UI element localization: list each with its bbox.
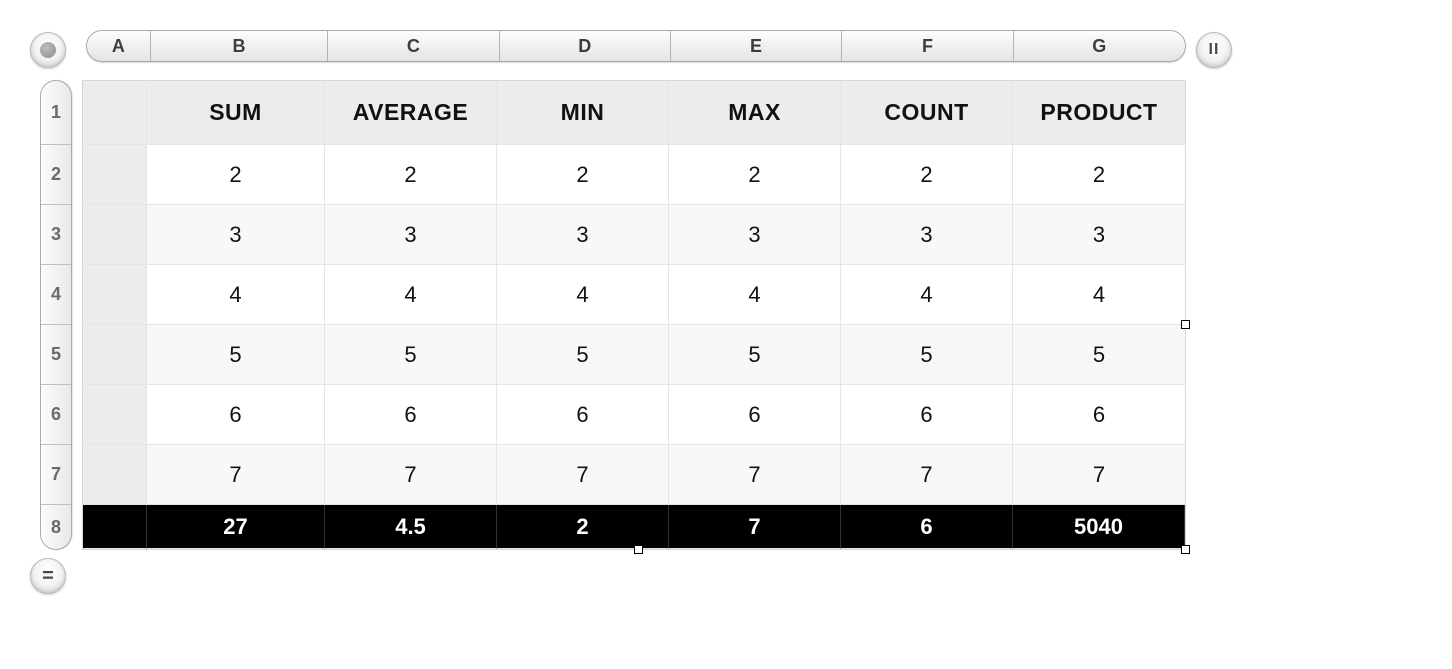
row-header-3[interactable]: 3 [41,205,71,265]
row-headers[interactable]: 1 2 3 4 5 6 7 8 [40,80,72,550]
cell-B7[interactable]: 7 [147,445,325,505]
cell-G8[interactable]: 5040 [1013,505,1185,549]
cell-C2[interactable]: 2 [325,145,497,205]
col-header-B[interactable]: B [151,31,328,61]
cell-C5[interactable]: 5 [325,325,497,385]
row-header-1[interactable]: 1 [41,81,71,145]
cell-D6[interactable]: 6 [497,385,669,445]
cell-E3[interactable]: 3 [669,205,841,265]
cell-E4[interactable]: 4 [669,265,841,325]
spreadsheet-grid[interactable]: SUM AVERAGE MIN MAX COUNT PRODUCT 2 2 2 … [82,80,1186,550]
cell-A6[interactable] [83,385,147,445]
cell-F6[interactable]: 6 [841,385,1013,445]
cell-G3[interactable]: 3 [1013,205,1185,265]
col-header-A[interactable]: A [87,31,151,61]
circle-icon [40,42,56,58]
cell-F4[interactable]: 4 [841,265,1013,325]
column-headers[interactable]: A B C D E F G [86,30,1186,62]
cell-G6[interactable]: 6 [1013,385,1185,445]
row-header-4[interactable]: 4 [41,265,71,325]
cell-G5[interactable]: 5 [1013,325,1185,385]
cell-E2[interactable]: 2 [669,145,841,205]
cell-D4[interactable]: 4 [497,265,669,325]
cell-A4[interactable] [83,265,147,325]
cell-A5[interactable] [83,325,147,385]
cell-E8[interactable]: 7 [669,505,841,549]
row-header-8[interactable]: 8 [41,505,71,549]
cell-D5[interactable]: 5 [497,325,669,385]
cell-G1[interactable]: PRODUCT [1013,81,1185,145]
col-header-E[interactable]: E [671,31,842,61]
cell-A8[interactable] [83,505,147,549]
cell-D1[interactable]: MIN [497,81,669,145]
cell-D3[interactable]: 3 [497,205,669,265]
pause-button[interactable]: II [1196,32,1232,68]
formula-button[interactable]: = [30,558,66,594]
col-header-F[interactable]: F [842,31,1013,61]
col-header-C[interactable]: C [328,31,499,61]
cell-G2[interactable]: 2 [1013,145,1185,205]
cell-D2[interactable]: 2 [497,145,669,205]
cell-A1[interactable] [83,81,147,145]
cell-E6[interactable]: 6 [669,385,841,445]
equals-icon: = [42,565,54,588]
cell-C3[interactable]: 3 [325,205,497,265]
selection-handle[interactable] [634,545,643,554]
row-header-7[interactable]: 7 [41,445,71,505]
cell-F5[interactable]: 5 [841,325,1013,385]
cell-A2[interactable] [83,145,147,205]
select-all-button[interactable] [30,32,66,68]
cell-C4[interactable]: 4 [325,265,497,325]
cell-A3[interactable] [83,205,147,265]
cell-F1[interactable]: COUNT [841,81,1013,145]
cell-F3[interactable]: 3 [841,205,1013,265]
cell-B1[interactable]: SUM [147,81,325,145]
cell-B6[interactable]: 6 [147,385,325,445]
cell-B4[interactable]: 4 [147,265,325,325]
cell-F7[interactable]: 7 [841,445,1013,505]
row-header-2[interactable]: 2 [41,145,71,205]
col-header-G[interactable]: G [1014,31,1185,61]
cell-E5[interactable]: 5 [669,325,841,385]
cell-F2[interactable]: 2 [841,145,1013,205]
cell-C7[interactable]: 7 [325,445,497,505]
cell-A7[interactable] [83,445,147,505]
cell-F8[interactable]: 6 [841,505,1013,549]
cell-E7[interactable]: 7 [669,445,841,505]
cell-C1[interactable]: AVERAGE [325,81,497,145]
cell-B8[interactable]: 27 [147,505,325,549]
pause-icon: II [1209,41,1220,59]
cell-D8[interactable]: 2 [497,505,669,549]
cell-D7[interactable]: 7 [497,445,669,505]
selection-handle[interactable] [1181,545,1190,554]
cell-C8[interactable]: 4.5 [325,505,497,549]
cell-E1[interactable]: MAX [669,81,841,145]
selection-handle[interactable] [1181,320,1190,329]
col-header-D[interactable]: D [500,31,671,61]
row-header-5[interactable]: 5 [41,325,71,385]
cell-B5[interactable]: 5 [147,325,325,385]
cell-G4[interactable]: 4 [1013,265,1185,325]
cell-B3[interactable]: 3 [147,205,325,265]
cell-C6[interactable]: 6 [325,385,497,445]
row-header-6[interactable]: 6 [41,385,71,445]
cell-G7[interactable]: 7 [1013,445,1185,505]
cell-B2[interactable]: 2 [147,145,325,205]
